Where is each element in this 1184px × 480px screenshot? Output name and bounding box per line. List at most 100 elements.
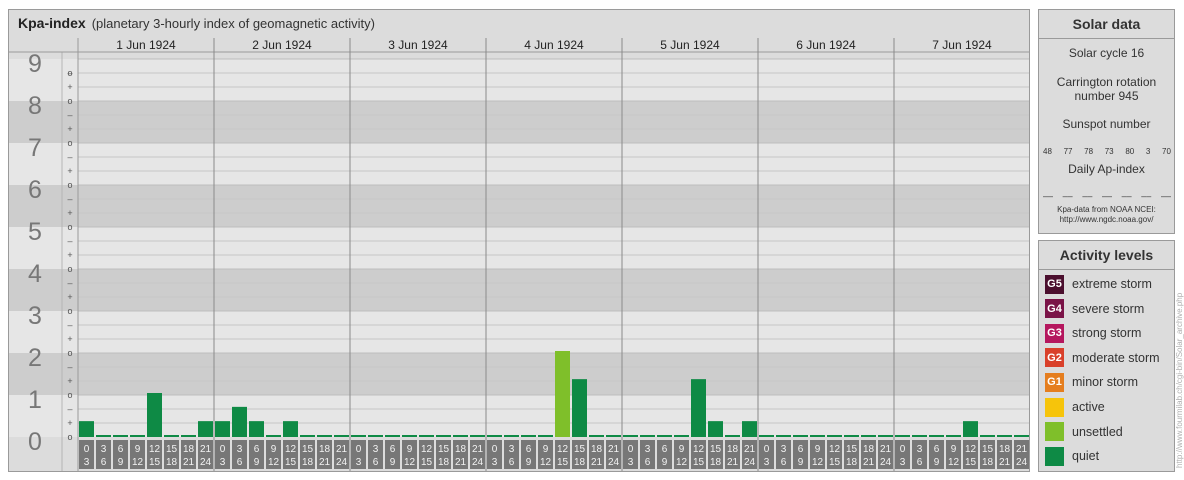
activity-level-swatch — [1045, 422, 1064, 442]
interval-end-label: 9 — [390, 457, 396, 468]
solar-data-heading: Solar data — [1039, 10, 1174, 39]
y-tick-label: 2 — [28, 344, 42, 372]
interval-start-label: 15 — [574, 444, 586, 455]
y-subtick-label: o — [67, 432, 72, 442]
ap-value: –– — [1101, 191, 1112, 201]
carrington-rotation-label: Carrington rotation — [1056, 75, 1157, 89]
activity-level-swatch: G2 — [1045, 348, 1064, 368]
y-tick-label: 8 — [28, 92, 42, 120]
activity-level-label: active — [1072, 400, 1105, 414]
interval-start-label: 18 — [183, 444, 195, 455]
interval-start-label: 6 — [254, 444, 260, 455]
activity-level-item: unsettled — [1045, 422, 1123, 442]
activity-level-item: active — [1045, 397, 1105, 417]
interval-start-label: 6 — [526, 444, 532, 455]
y-subtick-label: o — [67, 390, 72, 400]
interval-end-label: 24 — [336, 457, 348, 468]
activity-level-item: G5 extreme storm — [1045, 274, 1152, 294]
interval-end-label: 12 — [948, 457, 960, 468]
interval-start-label: 21 — [608, 444, 620, 455]
interval-start-label: 0 — [220, 444, 226, 455]
kp-bar — [96, 435, 111, 437]
interval-start-label: 15 — [166, 444, 178, 455]
y-subtick-label: o — [67, 306, 72, 316]
kp-bar — [470, 435, 485, 437]
interval-start-label: 18 — [455, 444, 467, 455]
kp-bar — [266, 435, 281, 437]
kp-band — [9, 101, 1029, 143]
kp-bar — [674, 435, 689, 437]
ap-value: –– — [1121, 191, 1132, 201]
activity-level-item: G4 severe storm — [1045, 299, 1144, 319]
ap-value: –– — [1141, 191, 1152, 201]
kp-bar — [436, 435, 451, 437]
interval-end-label: 15 — [693, 457, 705, 468]
kp-bar — [606, 435, 621, 437]
activity-level-item: G2 moderate storm — [1045, 348, 1160, 368]
interval-end-label: 6 — [237, 457, 243, 468]
interval-start-label: 0 — [356, 444, 362, 455]
interval-end-label: 6 — [917, 457, 923, 468]
interval-end-label: 6 — [101, 457, 107, 468]
kp-band — [9, 269, 1029, 311]
ap-value: –– — [1062, 191, 1073, 201]
interval-end-label: 12 — [812, 457, 824, 468]
kp-bar — [317, 435, 332, 437]
kp-bar — [181, 435, 196, 437]
kp-bar — [742, 421, 757, 437]
interval-end-label: 21 — [455, 457, 467, 468]
activity-level-label: severe storm — [1072, 301, 1145, 316]
carrington-rotation-number: number 945 — [1074, 89, 1139, 103]
interval-end-label: 24 — [472, 457, 484, 468]
y-tick-label: 4 — [28, 260, 42, 288]
interval-end-label: 3 — [220, 457, 226, 468]
kp-bar — [640, 435, 655, 437]
interval-end-label: 6 — [645, 457, 651, 468]
interval-end-label: 6 — [373, 457, 379, 468]
kp-bar — [623, 435, 638, 437]
interval-start-label: 21 — [472, 444, 484, 455]
kp-bar — [283, 421, 298, 437]
interval-start-label: 3 — [373, 444, 379, 455]
activity-level-swatch — [1045, 397, 1064, 417]
interval-start-label: 9 — [679, 444, 685, 455]
interval-start-label: 12 — [285, 444, 297, 455]
y-subtick-label: o — [67, 138, 72, 148]
interval-end-label: 9 — [118, 457, 124, 468]
kp-bar — [980, 435, 995, 437]
day-label: 2 Jun 1924 — [252, 38, 312, 52]
kp-bar — [997, 435, 1012, 437]
kp-bar — [861, 435, 876, 437]
interval-start-label: 9 — [951, 444, 957, 455]
kp-bar — [759, 435, 774, 437]
kp-bar — [793, 435, 808, 437]
interval-start-label: 18 — [727, 444, 739, 455]
interval-end-label: 24 — [1016, 457, 1028, 468]
activity-level-label: extreme storm — [1072, 277, 1152, 291]
kp-bar — [1014, 435, 1029, 437]
interval-start-label: 0 — [764, 444, 770, 455]
interval-end-label: 21 — [999, 457, 1011, 468]
kp-bar — [963, 421, 978, 437]
day-label: 4 Jun 1924 — [524, 38, 584, 52]
sunspot-value: 48 — [1043, 147, 1052, 156]
interval-end-label: 24 — [880, 457, 892, 468]
y-subtick-label: o — [67, 68, 72, 78]
kp-bar — [113, 435, 128, 437]
interval-end-label: 6 — [781, 457, 787, 468]
y-subtick-label: + — [67, 250, 72, 260]
kp-bar — [249, 421, 264, 437]
interval-start-label: 6 — [798, 444, 804, 455]
y-subtick-label: – — [67, 194, 72, 204]
interval-end-label: 12 — [540, 457, 552, 468]
kp-bar — [521, 435, 536, 437]
kp-bar — [725, 435, 740, 437]
kp-bar — [453, 435, 468, 437]
interval-end-label: 15 — [285, 457, 297, 468]
ap-value: –– — [1082, 191, 1093, 201]
interval-start-label: 12 — [557, 444, 569, 455]
y-subtick-label: o — [67, 348, 72, 358]
kp-band — [9, 143, 1029, 185]
kp-bar — [572, 379, 587, 437]
kp-bar — [232, 406, 247, 437]
